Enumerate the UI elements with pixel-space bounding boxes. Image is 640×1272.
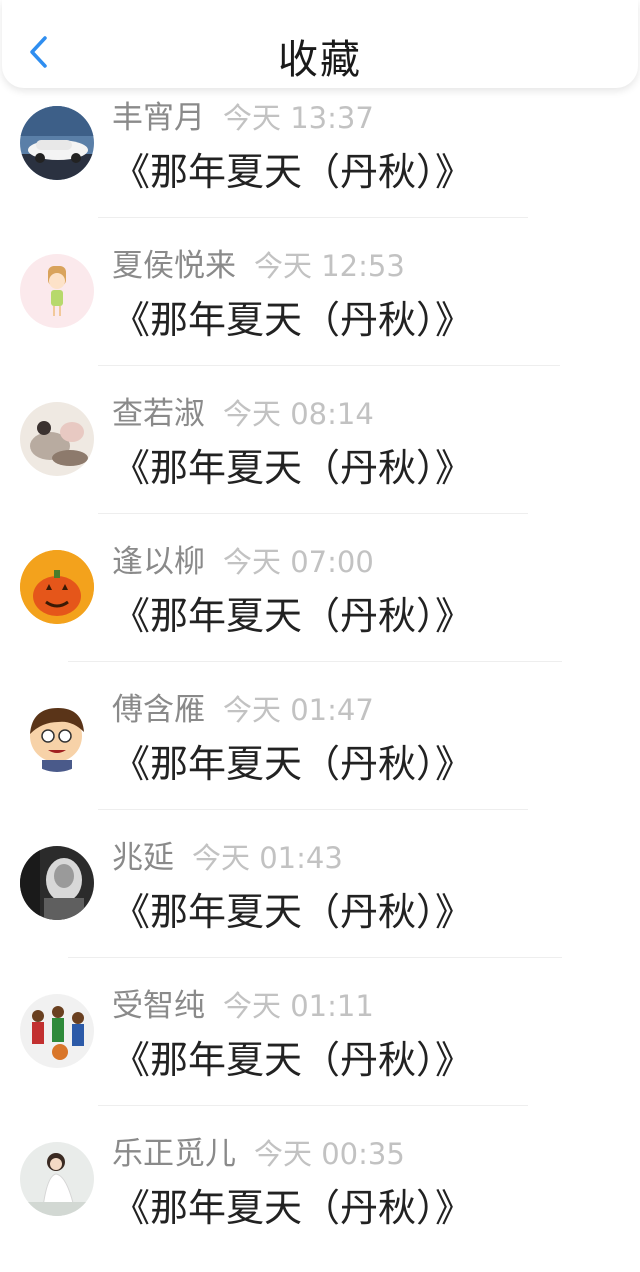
divider <box>68 661 562 662</box>
timestamp: 今天 01:11 <box>223 989 374 1023</box>
user-name: 丰宵月 <box>112 100 205 136</box>
item-meta: 傅含雁 今天 01:47 <box>112 688 374 732</box>
avatar[interactable] <box>20 254 94 328</box>
avatar[interactable] <box>20 106 94 180</box>
avatar[interactable] <box>20 698 94 772</box>
list-item[interactable]: 乐正觅儿 今天 00:35 《那年夏天（丹秋）》 <box>0 1124 640 1272</box>
avatar[interactable] <box>20 846 94 920</box>
song-title: 《那年夏天（丹秋）》 <box>112 890 474 934</box>
item-meta: 受智纯 今天 01:11 <box>112 984 374 1028</box>
user-name: 乐正觅儿 <box>112 1136 236 1172</box>
user-name: 查若淑 <box>112 396 205 432</box>
item-meta: 乐正觅儿 今天 00:35 <box>112 1132 405 1176</box>
timestamp: 今天 13:37 <box>223 101 374 135</box>
favorites-list: 丰宵月 今天 13:37 《那年夏天（丹秋）》 夏侯悦来 今天 12:53 《那年夏… <box>0 88 640 1272</box>
divider <box>98 513 528 514</box>
list-item[interactable]: 丰宵月 今天 13:37 《那年夏天（丹秋）》 <box>0 88 640 236</box>
divider <box>98 365 560 366</box>
song-title: 《那年夏天（丹秋）》 <box>112 742 474 786</box>
list-item[interactable]: 受智纯 今天 01:11 《那年夏天（丹秋）》 <box>0 976 640 1124</box>
timestamp: 今天 12:53 <box>254 249 405 283</box>
song-title: 《那年夏天（丹秋）》 <box>112 1186 474 1230</box>
item-meta: 丰宵月 今天 13:37 <box>112 96 374 140</box>
song-title: 《那年夏天（丹秋）》 <box>112 1038 474 1082</box>
song-title: 《那年夏天（丹秋）》 <box>112 446 474 490</box>
song-title: 《那年夏天（丹秋）》 <box>112 298 474 342</box>
timestamp: 今天 07:00 <box>223 545 374 579</box>
item-meta: 逢以柳 今天 07:00 <box>112 540 374 584</box>
avatar[interactable] <box>20 550 94 624</box>
list-item[interactable]: 夏侯悦来 今天 12:53 《那年夏天（丹秋）》 <box>0 236 640 384</box>
avatar[interactable] <box>20 994 94 1068</box>
list-item[interactable]: 兆延 今天 01:43 《那年夏天（丹秋）》 <box>0 828 640 976</box>
timestamp: 今天 00:35 <box>254 1137 405 1171</box>
item-meta: 兆延 今天 01:43 <box>112 836 343 880</box>
user-name: 兆延 <box>112 840 174 876</box>
item-meta: 查若淑 今天 08:14 <box>112 392 374 436</box>
user-name: 夏侯悦来 <box>112 248 236 284</box>
song-title: 《那年夏天（丹秋）》 <box>112 150 474 194</box>
divider <box>98 809 528 810</box>
avatar[interactable] <box>20 1142 94 1216</box>
song-title: 《那年夏天（丹秋）》 <box>112 594 474 638</box>
item-meta: 夏侯悦来 今天 12:53 <box>112 244 405 288</box>
divider <box>98 1105 528 1106</box>
timestamp: 今天 01:47 <box>223 693 374 727</box>
divider <box>68 957 562 958</box>
header-bar: 收藏 <box>2 0 638 88</box>
user-name: 傅含雁 <box>112 692 205 728</box>
list-item[interactable]: 查若淑 今天 08:14 《那年夏天（丹秋）》 <box>0 384 640 532</box>
divider <box>98 217 528 218</box>
timestamp: 今天 01:43 <box>192 841 343 875</box>
page-title: 收藏 <box>278 37 362 83</box>
list-item[interactable]: 傅含雁 今天 01:47 《那年夏天（丹秋）》 <box>0 680 640 828</box>
avatar[interactable] <box>20 402 94 476</box>
timestamp: 今天 08:14 <box>223 397 374 431</box>
list-item[interactable]: 逢以柳 今天 07:00 《那年夏天（丹秋）》 <box>0 532 640 680</box>
user-name: 受智纯 <box>112 988 205 1024</box>
user-name: 逢以柳 <box>112 544 205 580</box>
